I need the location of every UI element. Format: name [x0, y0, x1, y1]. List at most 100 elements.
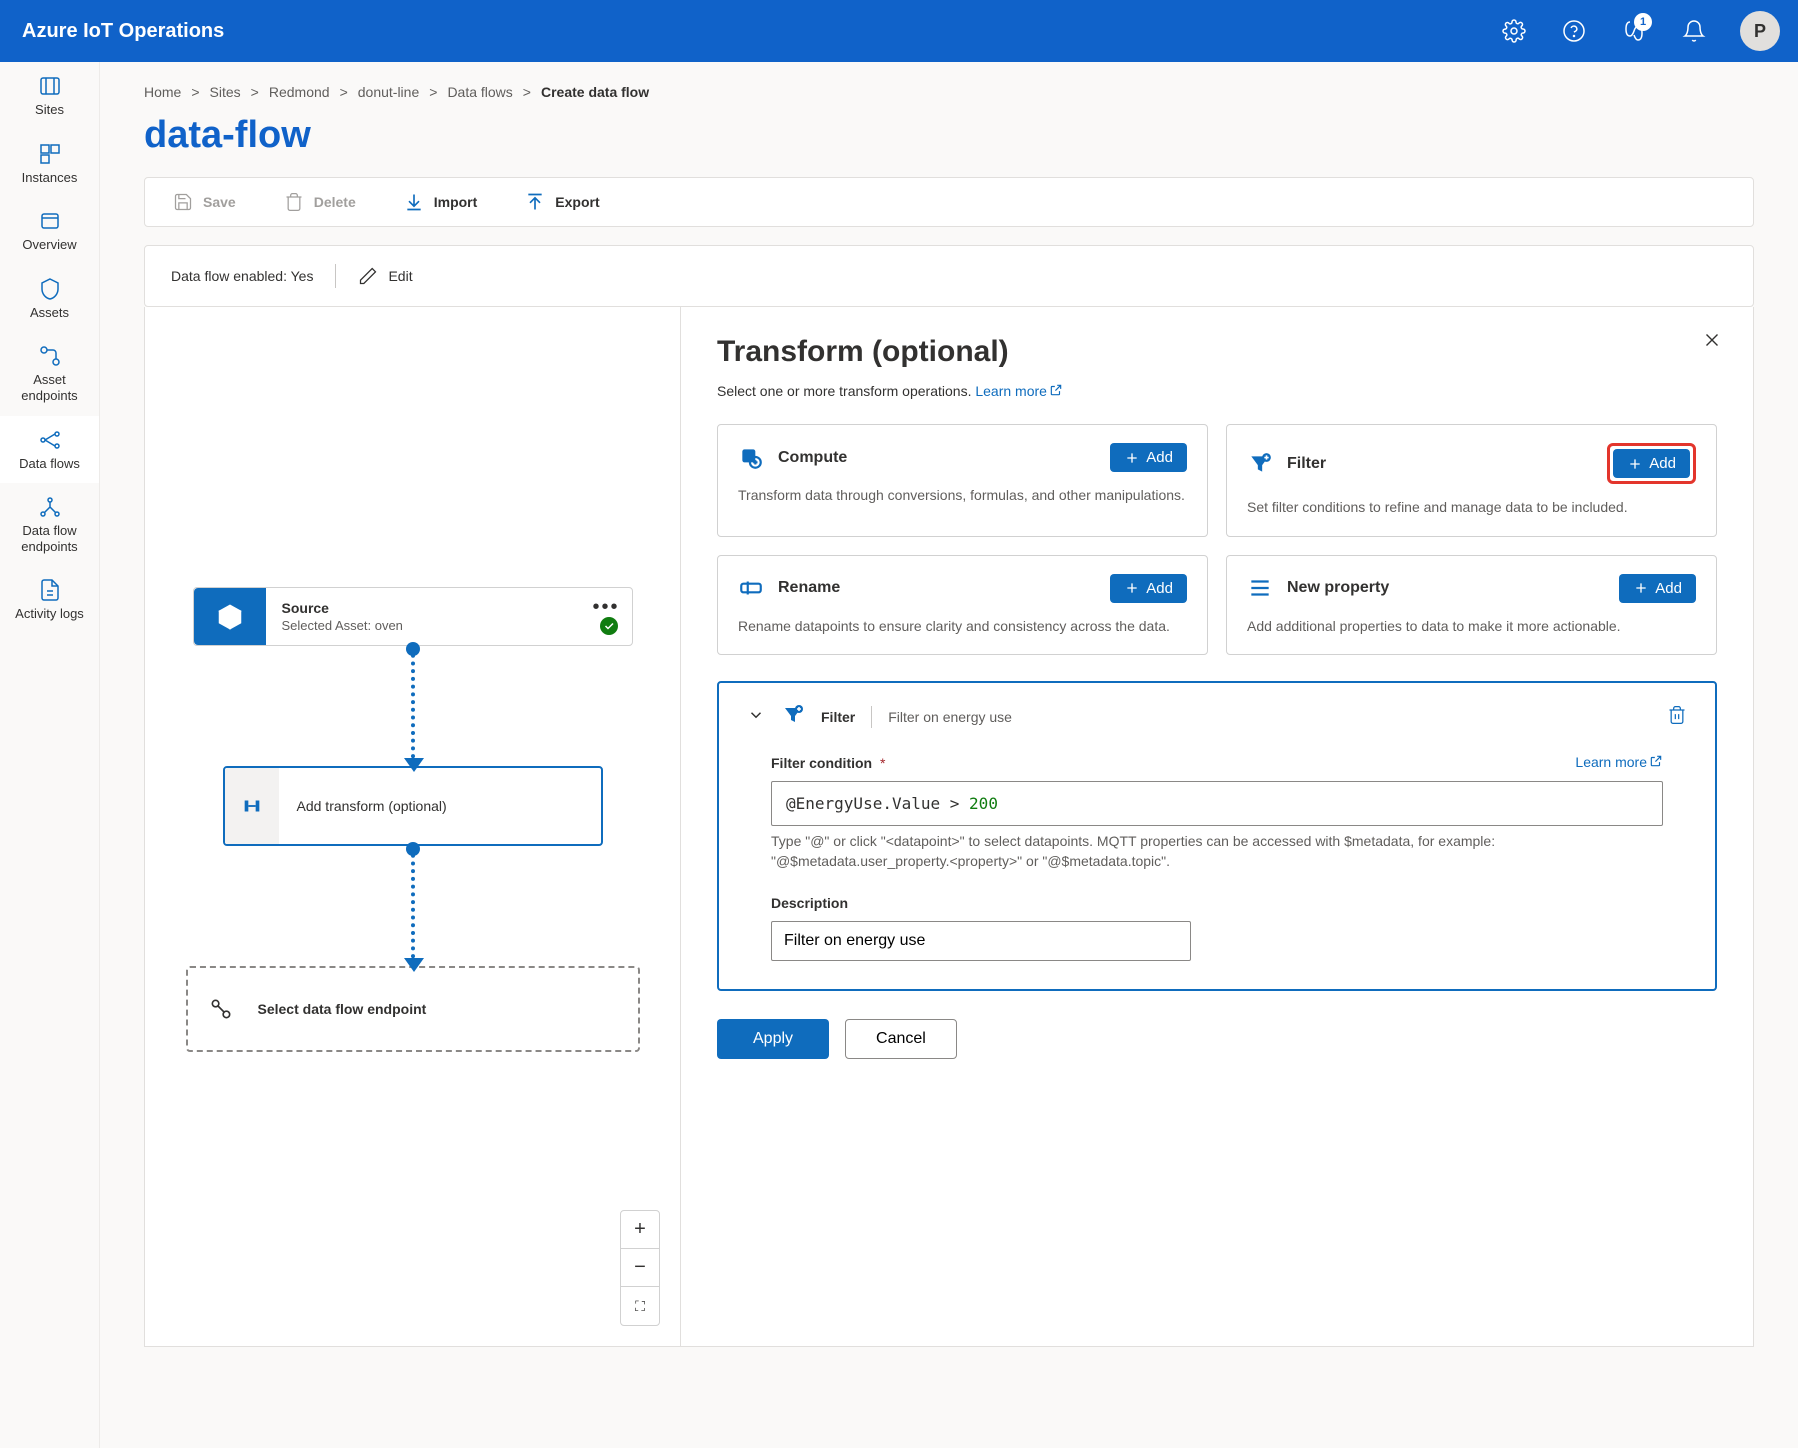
- connector-arrow: [411, 646, 415, 766]
- main-content: Home > Sites > Redmond > donut-line > Da…: [100, 62, 1798, 1448]
- sidebar-item-data-flow-endpoints[interactable]: Data flow endpoints: [0, 483, 99, 566]
- learn-more-link[interactable]: Learn more: [1575, 754, 1663, 771]
- notification-badge: 1: [1634, 13, 1652, 31]
- chevron-down-icon[interactable]: [747, 706, 765, 727]
- external-link-icon: [1049, 383, 1063, 400]
- app-title: Azure IoT Operations: [22, 20, 1492, 43]
- user-avatar[interactable]: P: [1740, 11, 1780, 51]
- description-input[interactable]: [771, 921, 1191, 961]
- sidebar-item-overview[interactable]: Overview: [0, 197, 99, 265]
- transform-node-label: Add transform (optional): [279, 798, 465, 814]
- transform-panel: Transform (optional) Select one or more …: [681, 307, 1753, 1346]
- breadcrumb-redmond[interactable]: Redmond: [269, 84, 330, 100]
- filter-icon: [781, 703, 805, 730]
- card-desc: Rename datapoints to ensure clarity and …: [738, 617, 1187, 637]
- flow-canvas: Source Selected Asset: oven ••• Add tran…: [145, 307, 681, 1346]
- toolbar: Save Delete Import Export: [144, 177, 1754, 227]
- panel-title: Transform (optional): [717, 335, 1717, 369]
- sidebar-item-sites[interactable]: Sites: [0, 62, 99, 130]
- zoom-fit-button[interactable]: ⛶: [621, 1287, 659, 1325]
- sidebar-label: Instances: [22, 170, 78, 186]
- add-transform-node[interactable]: Add transform (optional): [223, 766, 603, 846]
- compute-card: Compute Add Transform data through conve…: [717, 424, 1208, 537]
- bell-icon[interactable]: [1672, 9, 1716, 53]
- source-node-body: Source Selected Asset: oven •••: [266, 588, 632, 645]
- apply-button[interactable]: Apply: [717, 1019, 829, 1059]
- header-actions: 1 P: [1492, 9, 1780, 53]
- endpoint-icon: [208, 996, 234, 1022]
- zoom-out-button[interactable]: −: [621, 1249, 659, 1287]
- breadcrumb-sep: >: [191, 84, 199, 100]
- filter-condition-input[interactable]: @EnergyUse.Value > 200: [771, 781, 1663, 826]
- card-desc: Set filter conditions to refine and mana…: [1247, 498, 1696, 518]
- breadcrumb-sep: >: [340, 84, 348, 100]
- card-desc: Transform data through conversions, form…: [738, 486, 1187, 506]
- breadcrumb-current: Create data flow: [541, 84, 649, 100]
- card-title: Filter: [1287, 455, 1593, 473]
- check-icon: [600, 617, 618, 635]
- zoom-in-button[interactable]: +: [621, 1211, 659, 1249]
- panel-subtitle: Select one or more transform operations.…: [717, 383, 1717, 400]
- work-area: Source Selected Asset: oven ••• Add tran…: [144, 307, 1754, 1347]
- sidebar-label: Data flow endpoints: [4, 523, 95, 554]
- sidebar-label: Asset endpoints: [4, 372, 95, 403]
- settings-icon[interactable]: [1492, 9, 1536, 53]
- sidebar-label: Overview: [22, 237, 76, 253]
- sidebar-label: Activity logs: [15, 606, 84, 622]
- save-button: Save: [173, 192, 236, 212]
- card-title: Rename: [778, 579, 1096, 597]
- export-button[interactable]: Export: [525, 192, 599, 212]
- sidebar-item-asset-endpoints[interactable]: Asset endpoints: [0, 332, 99, 415]
- copilot-icon[interactable]: 1: [1612, 9, 1656, 53]
- edit-button[interactable]: Edit: [358, 266, 412, 286]
- transform-cards: Compute Add Transform data through conve…: [717, 424, 1717, 655]
- breadcrumb: Home > Sites > Redmond > donut-line > Da…: [144, 84, 1754, 100]
- learn-more-link[interactable]: Learn more: [975, 383, 1063, 399]
- sidebar-item-data-flows[interactable]: Data flows: [0, 416, 99, 484]
- cancel-button[interactable]: Cancel: [845, 1019, 957, 1059]
- toolbar-label: Export: [555, 194, 599, 210]
- toolbar-label: Save: [203, 194, 236, 210]
- card-desc: Add additional properties to data to mak…: [1247, 617, 1696, 637]
- source-node-title: Source: [282, 600, 616, 616]
- more-icon[interactable]: •••: [592, 596, 619, 619]
- add-new-property-button[interactable]: Add: [1619, 574, 1696, 603]
- status-bar: Data flow enabled: Yes Edit: [144, 245, 1754, 307]
- import-button[interactable]: Import: [404, 192, 478, 212]
- trash-icon[interactable]: [1667, 705, 1687, 728]
- breadcrumb-donut[interactable]: donut-line: [358, 84, 420, 100]
- card-title: Compute: [778, 449, 1096, 467]
- breadcrumb-dataflows[interactable]: Data flows: [447, 84, 512, 100]
- breadcrumb-sites[interactable]: Sites: [210, 84, 241, 100]
- left-sidebar: Sites Instances Overview Assets Asset en…: [0, 62, 100, 1448]
- toolbar-label: Import: [434, 194, 478, 210]
- compute-icon: [738, 445, 764, 471]
- panel-subtitle-text: Select one or more transform operations.: [717, 383, 975, 399]
- add-filter-button[interactable]: Add: [1613, 449, 1690, 478]
- filter-card: Filter Add Set filter conditions to refi…: [1226, 424, 1717, 537]
- help-icon[interactable]: [1552, 9, 1596, 53]
- breadcrumb-home[interactable]: Home: [144, 84, 181, 100]
- sidebar-item-assets[interactable]: Assets: [0, 265, 99, 333]
- new-property-icon: [1247, 575, 1273, 601]
- divider: [335, 264, 336, 288]
- required-asterisk: *: [880, 755, 885, 771]
- close-icon[interactable]: [1701, 329, 1723, 354]
- add-compute-button[interactable]: Add: [1110, 443, 1187, 472]
- breadcrumb-sep: >: [523, 84, 531, 100]
- transform-icon: [225, 768, 279, 844]
- source-node[interactable]: Source Selected Asset: oven •••: [193, 587, 633, 646]
- cube-icon: [194, 588, 266, 645]
- breadcrumb-sep: >: [429, 84, 437, 100]
- rename-icon: [738, 575, 764, 601]
- external-link-icon: [1649, 754, 1663, 771]
- add-rename-button[interactable]: Add: [1110, 574, 1187, 603]
- delete-button: Delete: [284, 192, 356, 212]
- zoom-controls: + − ⛶: [620, 1210, 660, 1326]
- sidebar-item-instances[interactable]: Instances: [0, 130, 99, 198]
- select-endpoint-node[interactable]: Select data flow endpoint: [186, 966, 640, 1052]
- sidebar-item-activity-logs[interactable]: Activity logs: [0, 566, 99, 634]
- connector-arrow: [411, 846, 415, 966]
- config-subtitle: Filter on energy use: [888, 709, 1651, 725]
- filter-condition-label: Filter condition: [771, 755, 872, 771]
